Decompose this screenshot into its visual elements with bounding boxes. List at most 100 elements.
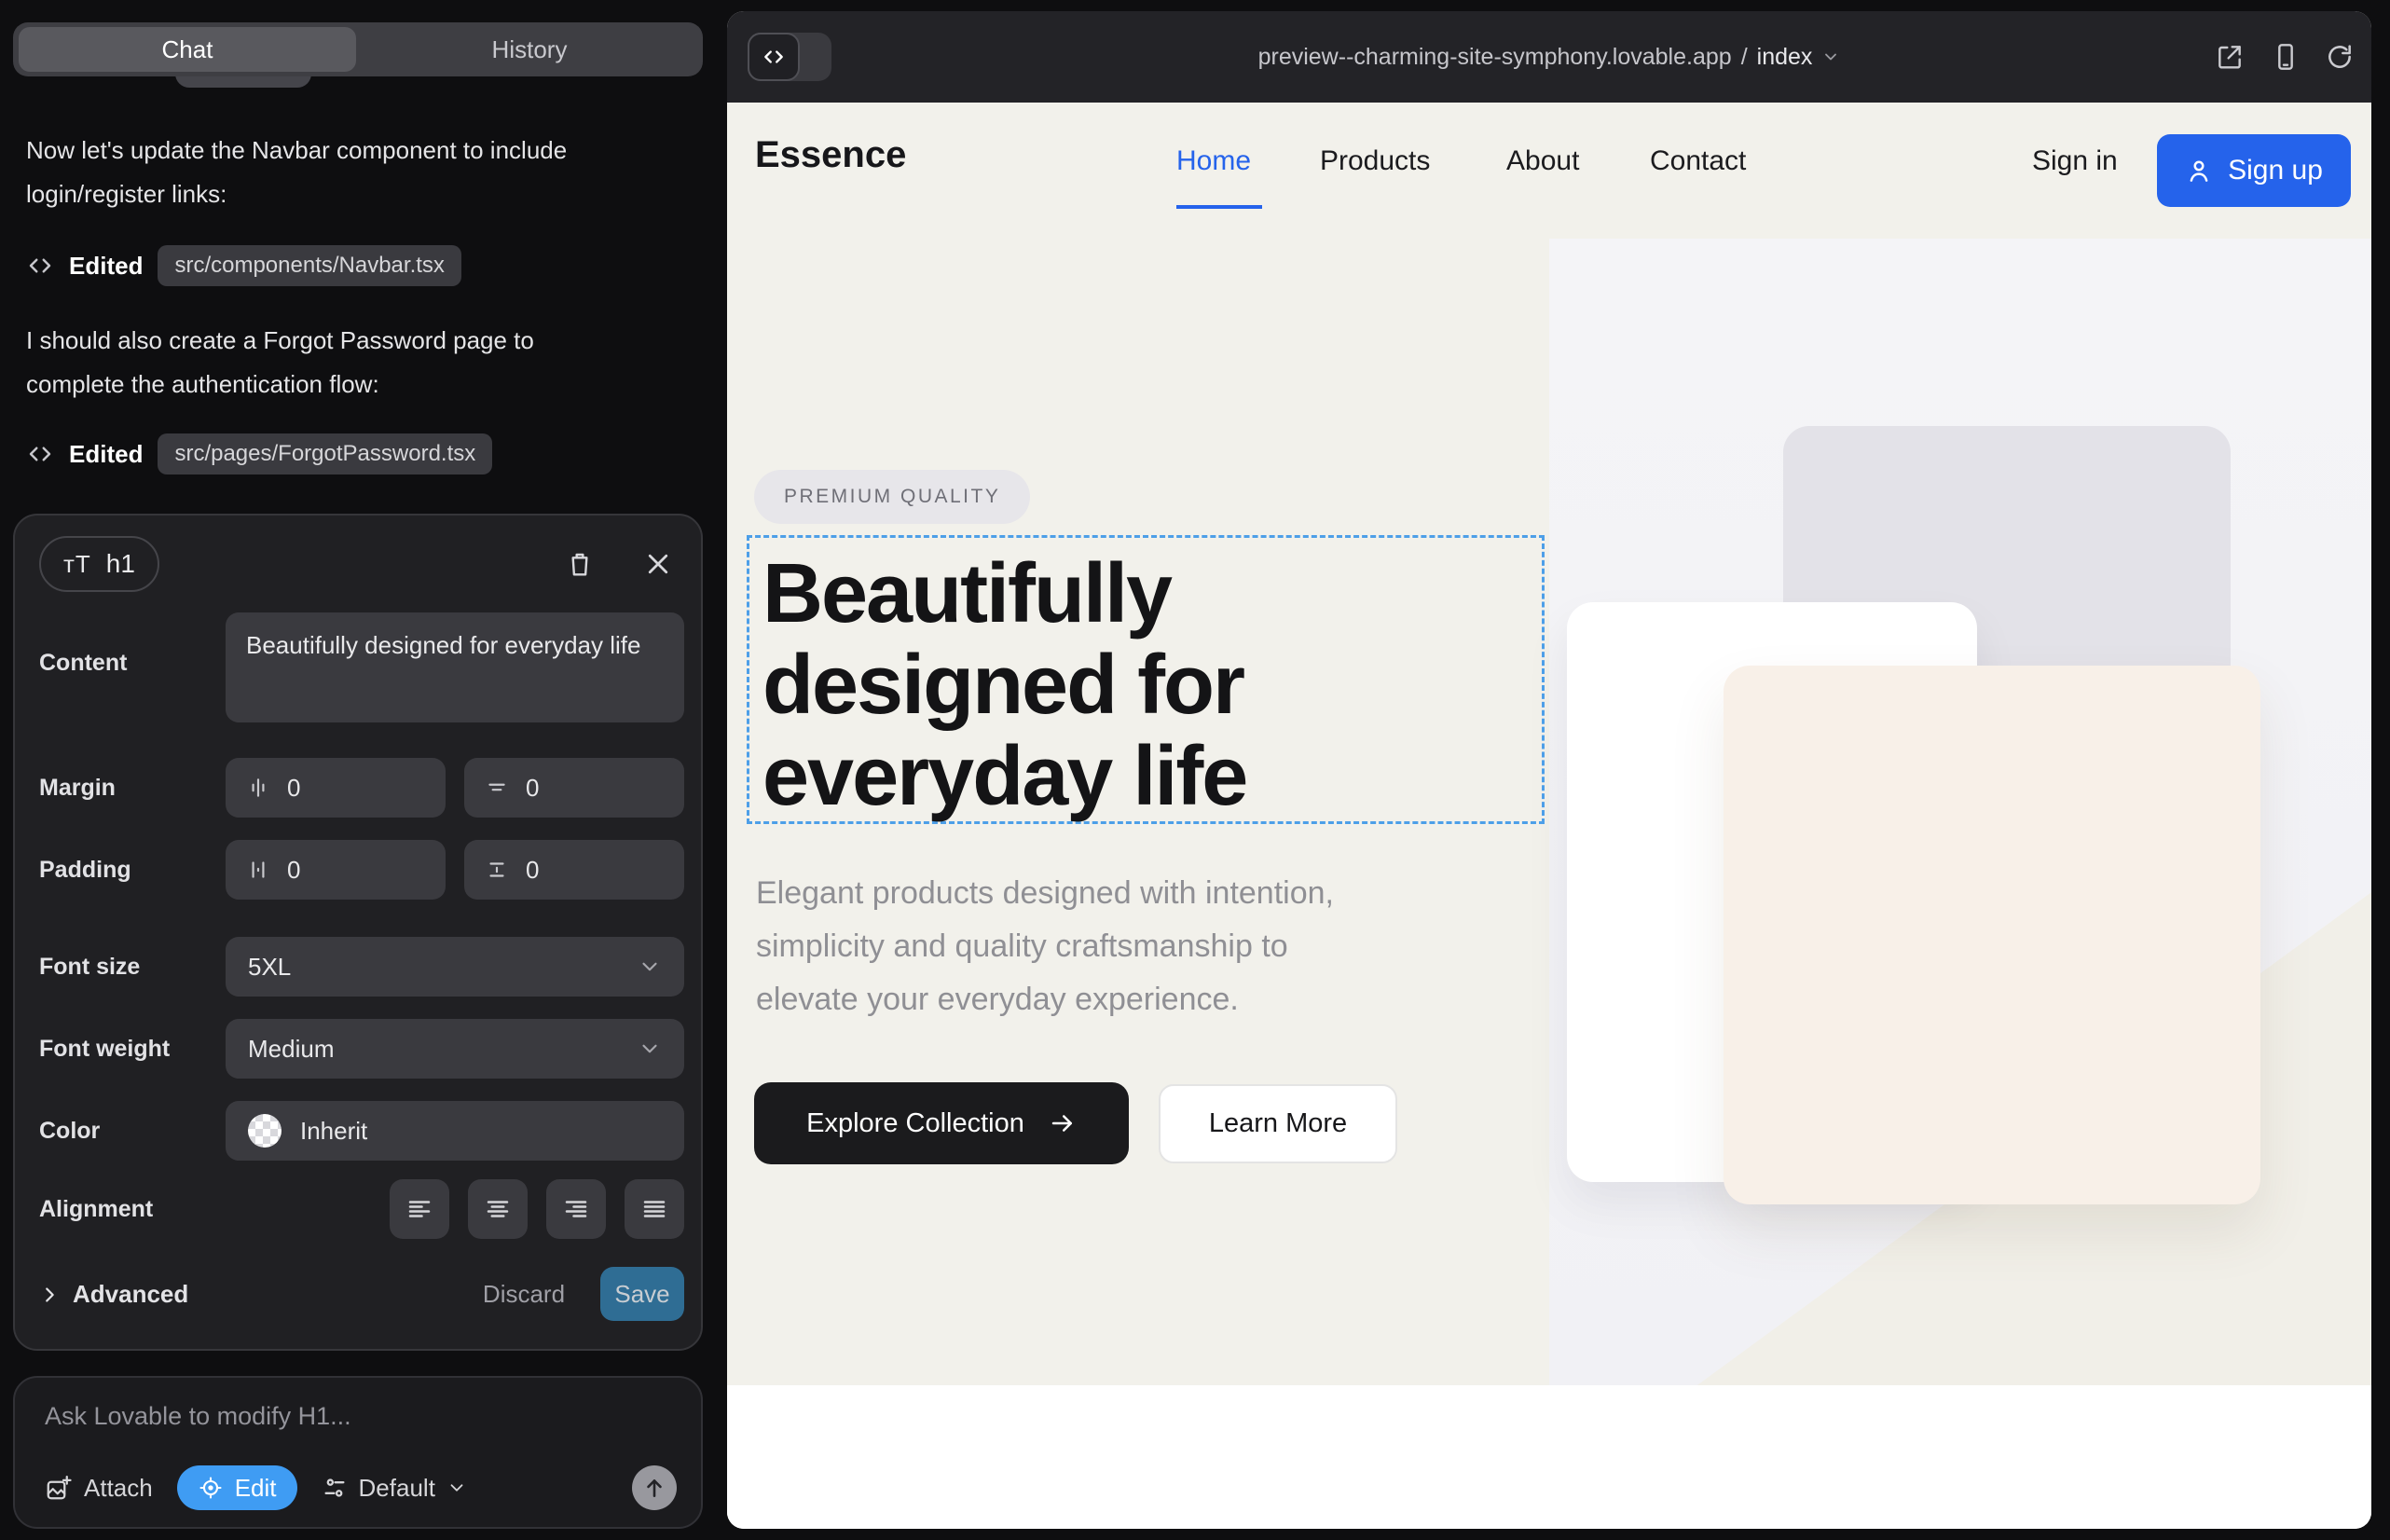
nav-link-contact[interactable]: Contact: [1650, 145, 1746, 177]
font-weight-label: Font weight: [39, 1036, 170, 1063]
edited-label: Edited: [69, 252, 143, 281]
margin-y-value: 0: [526, 774, 539, 803]
mobile-view-button[interactable]: [2269, 40, 2302, 74]
mode-select[interactable]: Default: [322, 1474, 467, 1503]
close-editor-button[interactable]: [638, 543, 679, 584]
font-size-value: 5XL: [248, 953, 291, 982]
padding-horizontal-icon: [246, 858, 270, 882]
hero-badge: PREMIUM QUALITY: [754, 470, 1030, 524]
tab-history-label: History: [492, 35, 568, 64]
sliders-icon: [322, 1475, 348, 1501]
sign-in-link[interactable]: Sign in: [2032, 145, 2118, 177]
mode-label: Default: [359, 1474, 435, 1503]
tab-history[interactable]: History: [356, 22, 703, 76]
tab-chat[interactable]: Chat: [19, 27, 356, 72]
chat-composer: Ask Lovable to modify H1... Attach Edit …: [13, 1376, 703, 1529]
save-button[interactable]: Save: [600, 1267, 684, 1321]
edited-file-row: Edited src/pages/ForgotPassword.tsx: [26, 433, 492, 475]
type-icon: тT: [63, 550, 91, 579]
align-right-icon: [562, 1195, 590, 1223]
edited-label: Edited: [69, 440, 143, 469]
align-center-button[interactable]: [468, 1179, 528, 1239]
arrow-up-icon: [642, 1476, 666, 1500]
preview-topbar: preview--charming-site-symphony.lovable.…: [727, 11, 2371, 103]
url-separator: /: [1741, 44, 1748, 71]
bottom-section: [727, 1385, 2371, 1529]
url-host: preview--charming-site-symphony.lovable.…: [1258, 44, 1732, 71]
nav-link-products[interactable]: Products: [1320, 145, 1430, 177]
alignment-label: Alignment: [39, 1196, 153, 1223]
margin-x-input[interactable]: 0: [226, 758, 446, 818]
align-justify-button[interactable]: [625, 1179, 684, 1239]
font-size-label: Font size: [39, 954, 140, 981]
chevron-down-icon: [446, 1478, 467, 1498]
advanced-label: Advanced: [73, 1280, 188, 1309]
color-value: Inherit: [300, 1117, 367, 1146]
mobile-icon: [2271, 42, 2301, 72]
sign-up-label: Sign up: [2228, 155, 2323, 186]
open-external-button[interactable]: [2213, 40, 2246, 74]
margin-x-value: 0: [287, 774, 300, 803]
content-label: Content: [39, 650, 127, 677]
discard-button[interactable]: Discard: [479, 1280, 569, 1309]
font-weight-value: Medium: [248, 1035, 334, 1064]
edited-file-pill[interactable]: src/pages/ForgotPassword.tsx: [158, 433, 492, 474]
composer-input[interactable]: Ask Lovable to modify H1...: [45, 1402, 351, 1431]
padding-x-input[interactable]: 0: [226, 840, 446, 900]
chat-message: I should also create a Forgot Password p…: [26, 319, 632, 406]
site-logo[interactable]: Essence: [755, 134, 906, 176]
chevron-down-icon: [1821, 48, 1840, 66]
hero-heading-line: Beautifully: [762, 548, 1246, 639]
delete-element-button[interactable]: [559, 543, 600, 584]
explore-collection-label: Explore Collection: [806, 1108, 1024, 1139]
target-icon: [198, 1475, 224, 1501]
nav-link-about[interactable]: About: [1506, 145, 1579, 177]
trash-icon: [565, 549, 595, 579]
attach-button[interactable]: Attach: [45, 1474, 153, 1503]
margin-y-input[interactable]: 0: [464, 758, 684, 818]
chevron-down-icon: [638, 955, 662, 979]
site-canvas: Essence Home Products About Contact Sign…: [727, 103, 2371, 1529]
align-left-icon: [405, 1195, 433, 1223]
learn-more-button[interactable]: Learn More: [1159, 1084, 1397, 1163]
padding-label: Padding: [39, 857, 131, 884]
decorative-card-peach: [1724, 666, 2260, 1204]
selected-element-chip: тT h1: [39, 536, 159, 592]
sign-up-button[interactable]: Sign up: [2157, 134, 2351, 207]
advanced-toggle[interactable]: Advanced: [39, 1280, 188, 1309]
close-icon: [644, 550, 672, 578]
refresh-button[interactable]: [2323, 40, 2356, 74]
align-center-icon: [484, 1195, 512, 1223]
color-picker-field[interactable]: Inherit: [226, 1101, 684, 1161]
url-breadcrumb[interactable]: preview--charming-site-symphony.lovable.…: [727, 11, 2371, 103]
chevron-right-icon: [39, 1285, 60, 1305]
element-editor-panel: тT h1 Content Beautifully designed for e…: [13, 514, 703, 1351]
padding-y-value: 0: [526, 856, 539, 885]
edit-label: Edit: [235, 1474, 277, 1503]
hero-paragraph-line: elevate your everyday experience.: [756, 973, 1334, 1026]
arrow-right-icon: [1049, 1109, 1077, 1137]
chat-history-tabbar: Chat History: [13, 22, 703, 76]
code-icon: [26, 252, 54, 280]
align-left-button[interactable]: [390, 1179, 449, 1239]
attach-image-icon: [45, 1474, 73, 1502]
explore-collection-button[interactable]: Explore Collection: [754, 1082, 1129, 1164]
preview-window: preview--charming-site-symphony.lovable.…: [727, 11, 2371, 1529]
hero-paragraph-line: Elegant products designed with intention…: [756, 867, 1334, 920]
tab-chat-label: Chat: [162, 35, 213, 64]
edit-mode-button[interactable]: Edit: [177, 1465, 297, 1510]
nav-link-home[interactable]: Home: [1176, 145, 1251, 177]
align-justify-icon: [640, 1195, 668, 1223]
font-weight-select[interactable]: Medium: [226, 1019, 684, 1079]
align-right-button[interactable]: [546, 1179, 606, 1239]
margin-horizontal-icon: [246, 776, 270, 800]
font-size-select[interactable]: 5XL: [226, 937, 684, 997]
content-textarea[interactable]: Beautifully designed for everyday life: [226, 612, 684, 722]
hero-heading: Beautifully designed for everyday life: [762, 548, 1246, 822]
attach-label: Attach: [84, 1474, 153, 1503]
padding-y-input[interactable]: 0: [464, 840, 684, 900]
edited-file-pill[interactable]: src/components/Navbar.tsx: [158, 245, 460, 286]
hero-paragraph: Elegant products designed with intention…: [756, 867, 1334, 1026]
url-page: index: [1757, 44, 1813, 71]
send-button[interactable]: [632, 1465, 677, 1510]
